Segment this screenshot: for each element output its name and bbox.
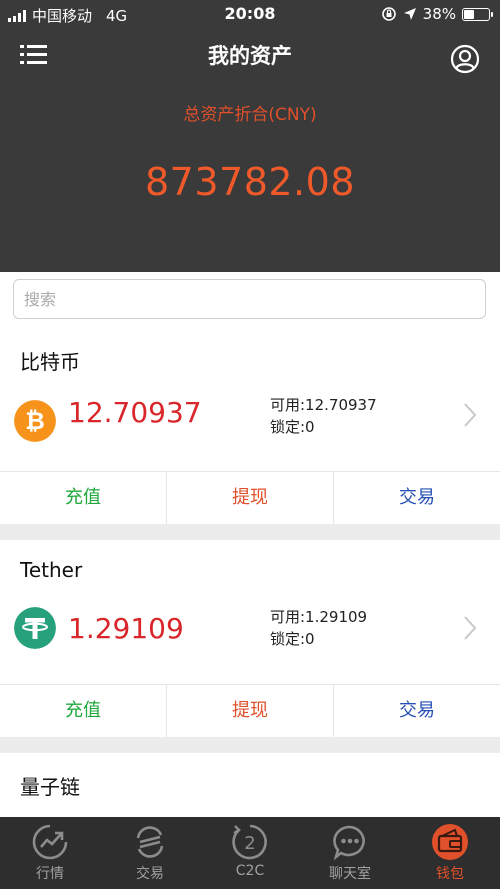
- bitcoin-icon: ₿: [14, 400, 56, 442]
- tab-label: 聊天室: [329, 866, 371, 882]
- tab-c2c[interactable]: 2 C2C: [200, 817, 300, 889]
- asset-amount: 12.70937: [68, 396, 202, 429]
- user-profile-icon[interactable]: [450, 44, 480, 74]
- tab-chatroom[interactable]: 聊天室: [300, 817, 400, 889]
- trade-button[interactable]: 交易: [333, 685, 500, 737]
- battery-percent: 38%: [422, 5, 456, 23]
- asset-card-qtum: 量子链: [0, 753, 500, 817]
- asset-header: 中国移动 4G 20:08 38% 我的资产 总资产折合(CNY) 873782…: [0, 0, 500, 272]
- orientation-lock-icon: [381, 7, 396, 21]
- status-bar: 中国移动 4G 20:08 38%: [0, 0, 500, 28]
- search-bar: [0, 272, 500, 328]
- withdraw-button[interactable]: 提现: [166, 472, 333, 524]
- tab-market[interactable]: 行情: [0, 817, 100, 889]
- deposit-button[interactable]: 充值: [0, 472, 166, 524]
- asset-actions: 充值 提现 交易: [0, 472, 500, 524]
- tab-wallet[interactable]: 钱包: [400, 817, 500, 889]
- tab-label: 交易: [136, 866, 164, 882]
- asset-card-tether: Tether 1.29109 可用:1.29109 锁定:0 充值 提现 交易: [0, 540, 500, 737]
- asset-actions: 充值 提现 交易: [0, 685, 500, 737]
- status-right: 38%: [381, 5, 493, 23]
- total-assets-label: 总资产折合(CNY): [183, 105, 317, 125]
- svg-text:2: 2: [244, 833, 255, 854]
- svg-text:₿: ₿: [25, 407, 45, 435]
- deposit-button[interactable]: 充值: [0, 685, 166, 737]
- tab-label: 钱包: [436, 866, 464, 882]
- total-assets-value: 873782.08: [145, 160, 355, 204]
- exchange-icon: [136, 826, 164, 858]
- market-trend-icon: [32, 824, 68, 860]
- c2c-icon: 2: [232, 824, 267, 860]
- chat-bubble-icon: [333, 825, 365, 861]
- asset-amount: 1.29109: [68, 612, 184, 645]
- chevron-right-icon[interactable]: [462, 615, 478, 641]
- asset-card-bitcoin: 比特币 ₿ 12.70937 可用:12.70937 锁定:0 充值 提现 交易: [0, 328, 500, 524]
- location-icon: [403, 8, 416, 20]
- asset-name: Tether: [20, 558, 83, 582]
- asset-name: 量子链: [20, 775, 80, 799]
- battery-icon: [462, 7, 493, 21]
- withdraw-button[interactable]: 提现: [166, 685, 333, 737]
- available-balance: 可用:12.70937: [270, 396, 377, 414]
- chevron-right-icon[interactable]: [462, 402, 478, 428]
- tab-label: 行情: [36, 866, 64, 882]
- tab-exchange[interactable]: 交易: [100, 817, 200, 889]
- locked-balance: 锁定:0: [270, 630, 315, 648]
- search-input[interactable]: [13, 279, 486, 319]
- locked-balance: 锁定:0: [270, 418, 315, 436]
- trade-button[interactable]: 交易: [333, 472, 500, 524]
- wallet-icon: [432, 824, 468, 860]
- tab-label: C2C: [235, 863, 265, 879]
- bottom-tab-bar: 行情 交易 2 C2C 聊天室 钱包: [0, 817, 500, 889]
- app-root: 中国移动 4G 20:08 38% 我的资产 总资产折合(CNY) 873782…: [0, 0, 500, 889]
- tether-icon: [14, 607, 56, 649]
- asset-name: 比特币: [20, 350, 80, 374]
- available-balance: 可用:1.29109: [270, 608, 368, 626]
- page-title: 我的资产: [208, 44, 292, 68]
